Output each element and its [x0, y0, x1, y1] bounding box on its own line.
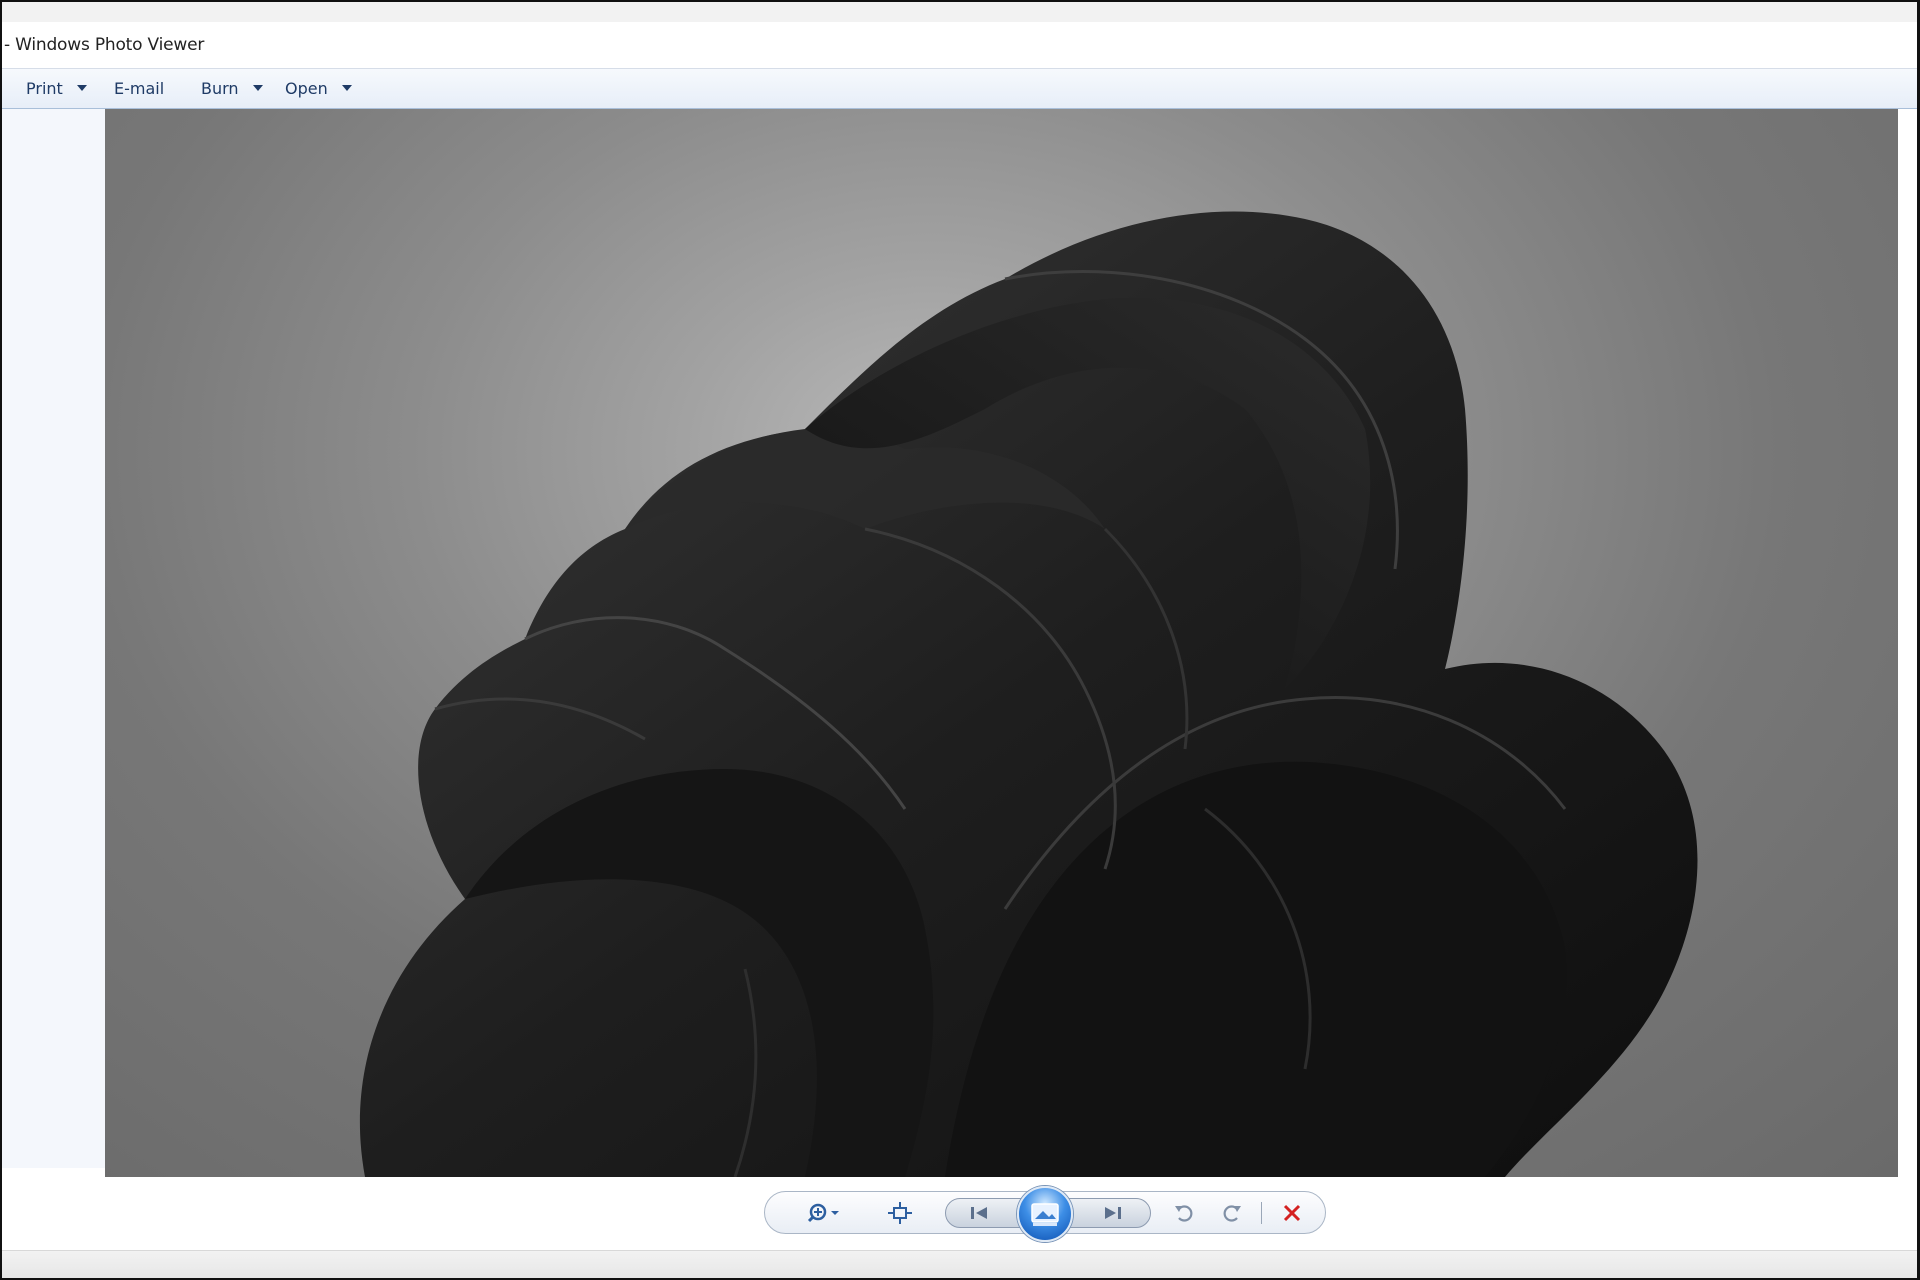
slideshow-button[interactable]: [1017, 1186, 1073, 1242]
open-menu[interactable]: Open: [285, 77, 352, 99]
photo-viewer-window: - Windows Photo Viewer Print E-mail Burn…: [0, 0, 1920, 1280]
delete-button[interactable]: [1277, 1200, 1307, 1226]
chevron-down-icon[interactable]: [76, 85, 87, 91]
email-menu[interactable]: E-mail: [114, 77, 164, 99]
print-menu-label: Print: [26, 78, 63, 98]
zoom-icon: [807, 1203, 839, 1223]
window-title: - Windows Photo Viewer: [4, 35, 205, 55]
chevron-down-icon[interactable]: [341, 85, 352, 91]
left-margin-pane: [2, 109, 105, 1168]
window-bottom-edge: [2, 1250, 1917, 1278]
command-bar: Print E-mail Burn Open: [2, 69, 1917, 109]
slideshow-icon: [1031, 1203, 1059, 1226]
actual-size-icon: [888, 1202, 912, 1224]
rotate-counterclockwise-button[interactable]: [1169, 1201, 1199, 1225]
delete-icon: [1283, 1204, 1301, 1222]
open-menu-label: Open: [285, 78, 328, 98]
print-menu[interactable]: Print: [26, 77, 87, 99]
email-menu-label: E-mail: [114, 78, 165, 98]
playback-controls: [764, 1186, 1326, 1242]
burn-menu-label: Burn: [201, 78, 239, 98]
title-bar[interactable]: - Windows Photo Viewer: [2, 22, 1917, 69]
actual-size-button[interactable]: [885, 1200, 915, 1226]
previous-button[interactable]: [955, 1201, 1005, 1225]
window-top-edge: [2, 2, 1917, 23]
toolbar-separator: [1261, 1202, 1262, 1224]
photo-canvas[interactable]: [105, 109, 1898, 1177]
abstract-black-ribbon-bloom-image: [359, 211, 1698, 1177]
burn-menu[interactable]: Burn: [201, 77, 263, 99]
previous-icon: [971, 1207, 987, 1219]
chevron-down-icon[interactable]: [252, 85, 263, 91]
zoom-button[interactable]: [803, 1200, 847, 1226]
next-button[interactable]: [1087, 1201, 1137, 1225]
rotate-clockwise-button[interactable]: [1217, 1201, 1247, 1225]
rotate-counterclockwise-icon: [1175, 1205, 1193, 1222]
next-icon: [1105, 1207, 1121, 1219]
rotate-clockwise-icon: [1223, 1205, 1241, 1222]
